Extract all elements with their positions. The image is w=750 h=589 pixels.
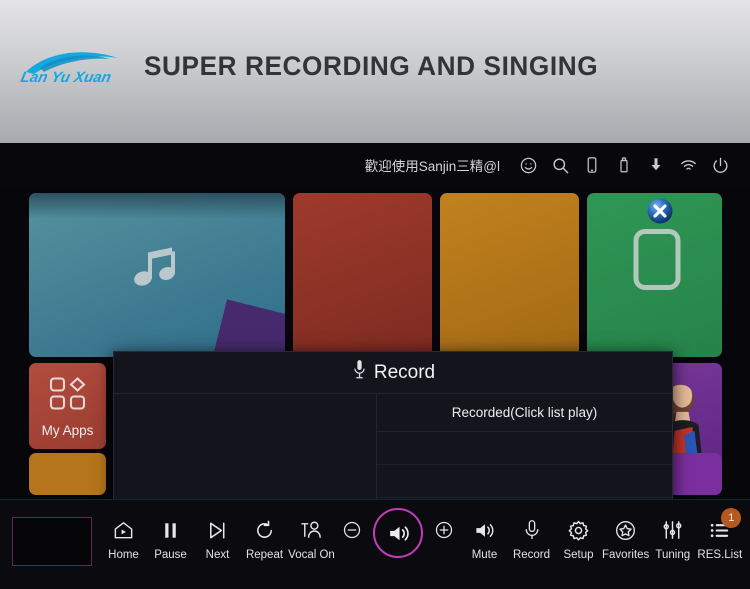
volume-down-button[interactable]: [335, 508, 369, 546]
toolbar-label-mute: Mute: [471, 549, 498, 561]
toolbar-label-reslist: RES.List: [697, 549, 743, 561]
dialog-title: Record: [373, 361, 436, 383]
tile-label-my-apps: My Apps: [41, 423, 94, 438]
tile-row2-orange[interactable]: [29, 453, 106, 495]
toolbar-label-vocal: Vocal On: [288, 549, 335, 561]
list-item[interactable]: [377, 465, 672, 498]
next-track-icon: [206, 514, 229, 546]
power-icon[interactable]: [704, 150, 736, 180]
phone-icon[interactable]: [576, 150, 608, 180]
search-icon[interactable]: [544, 150, 576, 180]
toolbar-label-pause: Pause: [154, 549, 187, 561]
microphone-icon: [351, 359, 368, 386]
toolbar-item-repeat[interactable]: Repeat: [241, 508, 288, 561]
toolbar-label-tuning: Tuning: [655, 549, 691, 561]
tile-music[interactable]: [29, 193, 285, 357]
download-icon[interactable]: [640, 150, 672, 180]
mute-icon: [473, 514, 497, 546]
gear-icon: [567, 514, 590, 546]
dialog-header: Record: [114, 352, 672, 394]
minus-circle-icon: [342, 514, 362, 546]
wifi-icon[interactable]: [672, 150, 704, 180]
tile-video[interactable]: [293, 193, 432, 357]
tile-karaoke[interactable]: [440, 193, 579, 357]
toolbar-item-pause[interactable]: Pause: [147, 508, 194, 561]
volume-up-button[interactable]: [427, 508, 461, 546]
toolbar-item-vocal[interactable]: Vocal On: [288, 508, 335, 561]
star-icon: [614, 514, 637, 546]
usb-drive-icon[interactable]: [608, 150, 640, 180]
toolbar-item-favorites[interactable]: Favorites: [602, 508, 649, 561]
status-badge: 1: [721, 508, 742, 528]
banner-title: SUPER RECORDING AND SINGING: [144, 50, 599, 81]
toolbar-item-setup[interactable]: Setup: [555, 508, 602, 561]
status-bar: 歡迎使用Sanjin三精@l: [0, 143, 750, 187]
plus-circle-icon: [434, 514, 454, 546]
toolbar-label-next: Next: [205, 549, 230, 561]
tile-my-apps[interactable]: My Apps: [29, 363, 106, 449]
video-thumbnail[interactable]: [12, 517, 92, 566]
toolbar-label-repeat: Repeat: [245, 549, 284, 561]
toolbar-item-mute[interactable]: Mute: [461, 508, 508, 561]
recorded-list-header: Recorded(Click list play): [377, 393, 672, 432]
toolbar-item-next[interactable]: Next: [194, 508, 241, 561]
home-icon: [112, 514, 135, 546]
microphone-icon: [521, 514, 543, 546]
toolbar-item-reslist[interactable]: RES.List 1: [696, 508, 743, 561]
repeat-icon: [253, 514, 276, 546]
volume-button[interactable]: [373, 508, 423, 558]
tv-screen: 歡迎使用Sanjin三精@l My Apps Record Recorded(C…: [0, 143, 750, 589]
sliders-icon: [661, 514, 684, 546]
toolbar-item-record[interactable]: Record: [508, 508, 555, 561]
list-item[interactable]: [377, 432, 672, 465]
toolbar-label-home: Home: [108, 549, 139, 561]
vocal-icon: [299, 514, 324, 546]
svg-text:Lan Yu Xuan: Lan Yu Xuan: [19, 69, 113, 86]
header-banner: Lan Yu Xuan SUPER RECORDING AND SINGING: [0, 0, 750, 143]
music-notes-icon: [126, 245, 188, 306]
device-icon: [630, 226, 684, 297]
pause-icon: [159, 514, 182, 546]
lanyuxuan-logo: Lan Yu Xuan: [18, 44, 130, 88]
close-icon[interactable]: [647, 198, 673, 224]
welcome-text: 歡迎使用Sanjin三精@l: [364, 159, 500, 174]
toolbar-item-home[interactable]: Home: [100, 508, 147, 561]
bottom-toolbar: Home Pause Next Repeat Vocal On Mute Rec…: [0, 499, 750, 589]
toolbar-label-record: Record: [512, 549, 551, 561]
smiley-icon[interactable]: [512, 150, 544, 180]
toolbar-label-setup: Setup: [563, 549, 594, 561]
toolbar-label-favorites: Favorites: [602, 549, 650, 561]
toolbar-item-tuning[interactable]: Tuning: [649, 508, 696, 561]
